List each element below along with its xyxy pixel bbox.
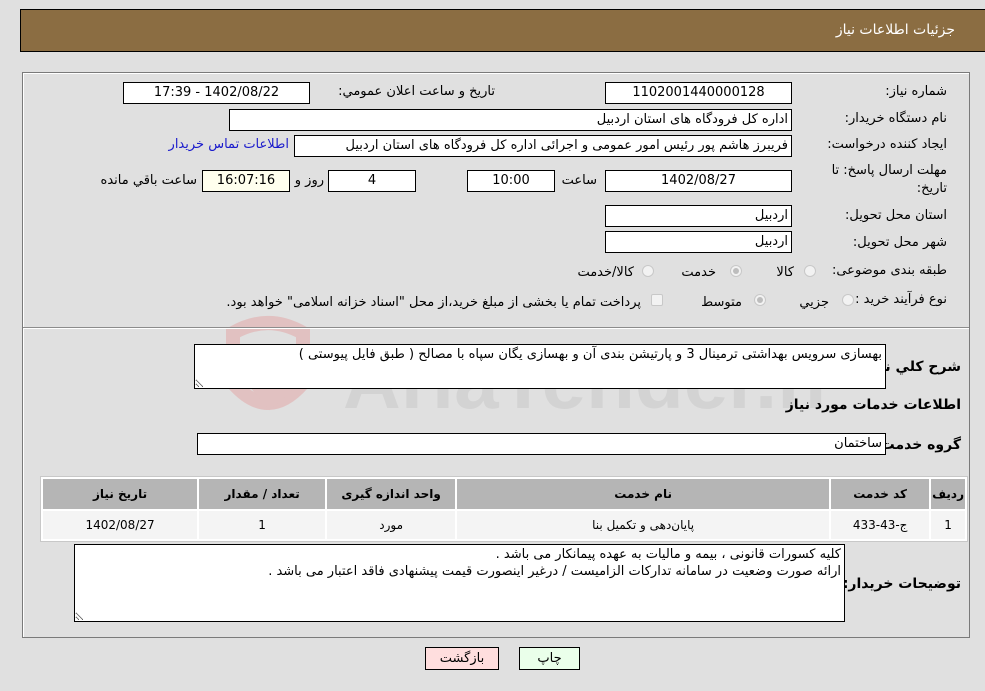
service-group-label: گروه خدمت:	[875, 437, 961, 453]
table-header-row: رديف کد خدمت نام خدمت واحد اندازه گيری ت…	[43, 479, 965, 509]
cell-need-date: 1402/08/27	[43, 511, 198, 539]
buyer-org-label: نام دستگاه خريدار:	[844, 111, 947, 126]
deadline-label-line2: تاريخ:	[916, 181, 947, 196]
description-textarea[interactable]	[194, 344, 886, 389]
announce-datetime-field: 1402/08/22 - 17:39	[123, 82, 310, 104]
services-section-title: اطلاعات خدمات مورد نياز	[785, 397, 961, 413]
deadline-time-field: 10:00	[467, 170, 555, 192]
remaining-time-label: ساعت باقي مانده	[100, 173, 197, 188]
col-header-service-name: نام خدمت	[457, 479, 830, 509]
city-field: اردبیل	[605, 231, 792, 253]
buyer-contact-link[interactable]: اطلاعات تماس خريدار	[169, 137, 289, 152]
page-header: جزئیات اطلاعات نیاز	[20, 9, 985, 52]
treasury-checkbox[interactable]	[651, 294, 663, 306]
col-header-service-code: کد خدمت	[831, 479, 930, 509]
cell-quantity: 1	[199, 511, 326, 539]
deadline-date-field: 1402/08/27	[605, 170, 792, 192]
col-header-quantity: تعداد / مقدار	[199, 479, 326, 509]
province-field: اردبیل	[605, 205, 792, 227]
requester-field: فریبرز هاشم پور رئیس امور عمومی و اجرائی…	[294, 135, 792, 157]
service-group-field: ساختمان	[197, 433, 886, 455]
deadline-time-label: ساعت	[561, 173, 597, 188]
deadline-label-line1: مهلت ارسال پاسخ: تا	[831, 163, 947, 178]
category-radio-service[interactable]	[730, 265, 742, 277]
col-header-unit: واحد اندازه گيری	[327, 479, 456, 509]
need-number-field: 1102001440000128	[605, 82, 792, 104]
print-button[interactable]: چاپ	[519, 647, 580, 670]
section-divider	[23, 327, 969, 329]
buyer-org-field: اداره کل فرودگاه های استان اردبیل	[229, 109, 792, 131]
treasury-note: پرداخت تمام یا بخشی از مبلغ خرید،از محل …	[226, 295, 641, 310]
cell-service-name: پایان‌دهی و تکمیل بنا	[457, 511, 830, 539]
category-option-goods: کالا	[776, 265, 794, 280]
province-label: استان محل تحويل:	[845, 208, 947, 223]
announce-datetime-label: تاريخ و ساعت اعلان عمومي:	[338, 84, 495, 99]
category-option-service: خدمت	[681, 265, 716, 280]
back-button[interactable]: بازگشت	[425, 647, 499, 670]
cell-row-number: 1	[931, 511, 965, 539]
days-label: روز و	[294, 173, 324, 188]
col-header-row-number: رديف	[931, 479, 965, 509]
buyer-notes-label: توضيحات خريدار:	[842, 576, 961, 592]
services-table: رديف کد خدمت نام خدمت واحد اندازه گيری ت…	[40, 476, 968, 542]
requester-label: ايجاد کننده درخواست:	[827, 137, 947, 152]
category-radio-goods-service[interactable]	[642, 265, 654, 277]
purchase-option-minor: جزيي	[799, 295, 829, 310]
category-label: طبقه بندی موضوعی:	[831, 263, 947, 278]
page-title: جزئیات اطلاعات نیاز	[835, 22, 955, 38]
details-panel: AriaTender.neT شماره نیاز: 1102001440000…	[22, 72, 970, 638]
cell-service-code: ج-43-433	[831, 511, 930, 539]
cell-unit: مورد	[327, 511, 456, 539]
purchase-radio-minor[interactable]	[842, 294, 854, 306]
category-option-goods-service: کالا/خدمت	[577, 265, 634, 280]
purchase-type-label: نوع فرآيند خريد :	[855, 292, 947, 307]
buyer-notes-textarea[interactable]	[74, 544, 845, 622]
category-radio-goods[interactable]	[804, 265, 816, 277]
remaining-days-field: 4	[328, 170, 416, 192]
purchase-radio-medium[interactable]	[754, 294, 766, 306]
purchase-option-medium: متوسط	[701, 295, 742, 310]
need-number-label: شماره نیاز:	[885, 84, 947, 99]
col-header-need-date: تاريخ نياز	[43, 479, 198, 509]
city-label: شهر محل تحويل:	[852, 235, 947, 250]
remaining-time-field: 16:07:16	[202, 170, 290, 192]
table-row: 1 ج-43-433 پایان‌دهی و تکمیل بنا مورد 1 …	[43, 511, 965, 539]
